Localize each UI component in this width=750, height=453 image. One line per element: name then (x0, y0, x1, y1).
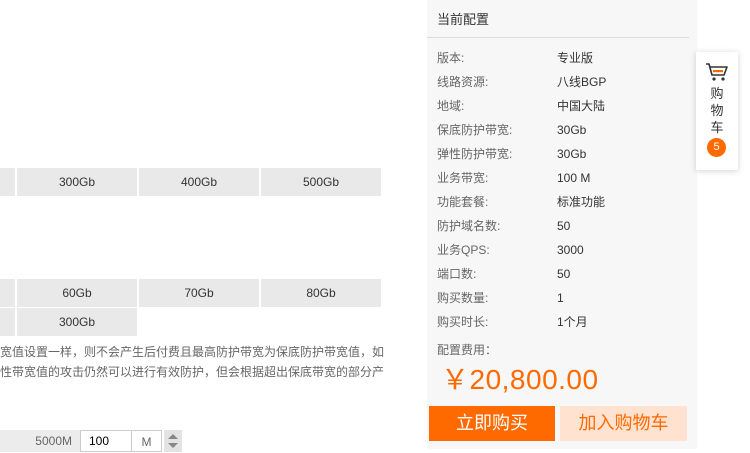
config-price: ￥20,800.00 (441, 364, 599, 395)
shopping-cart-icon (706, 63, 728, 81)
config-label: 防护域名数: (437, 219, 501, 233)
config-label: 端口数: (437, 267, 477, 281)
config-value: 30Gb (557, 147, 587, 161)
elastic-option-partial-2[interactable] (0, 308, 17, 336)
elastic-option-70gb[interactable]: 70Gb (139, 279, 261, 307)
config-value: 中国大陆 (557, 99, 606, 113)
stepper-up-icon[interactable] (168, 434, 178, 439)
config-label: 地域: (437, 99, 465, 113)
config-row-feature-package: 功能套餐: 标准功能 (437, 190, 697, 214)
config-label: 弹性防护带宽: (437, 147, 513, 161)
current-config-panel: 当前配置 版本: 专业版 线路资源: 八线BGP 地域: 中国大陆 保底防护带宽… (427, 0, 697, 449)
config-value: 30Gb (557, 123, 587, 137)
config-label: 线路资源: (437, 75, 489, 89)
config-row-business-bandwidth: 业务带宽: 100 M (437, 166, 697, 190)
config-row-port-count: 端口数: 50 (437, 262, 697, 286)
elastic-bandwidth-options-row2: 300Gb (0, 308, 139, 336)
elastic-bandwidth-description-line1: 宽值设置一样，则不会产生后付费且最高防护带宽为保底防护带宽值，如 (0, 345, 385, 359)
config-value: 专业版 (557, 51, 594, 65)
config-row-version: 版本: 专业版 (437, 46, 697, 70)
floating-cart[interactable]: 购物车 5 (696, 52, 738, 170)
config-label: 购买时长: (437, 315, 489, 329)
config-label: 版本: (437, 51, 465, 65)
config-row-elastic-protection: 弹性防护带宽: 30Gb (437, 142, 697, 166)
config-value: 八线BGP (557, 75, 607, 89)
config-label: 保底防护带宽: (437, 123, 513, 137)
config-value: 1个月 (557, 315, 588, 329)
protection-option-partial[interactable] (0, 168, 17, 196)
config-value: 标准功能 (557, 195, 606, 209)
panel-divider (427, 37, 689, 38)
config-value: 100 M (557, 171, 591, 185)
elastic-option-60gb[interactable]: 60Gb (17, 279, 139, 307)
config-row-line: 线路资源: 八线BGP (437, 70, 697, 94)
add-to-cart-button[interactable]: 加入购物车 (560, 406, 687, 441)
config-value: 3000 (557, 243, 584, 257)
elastic-option-80gb[interactable]: 80Gb (261, 279, 383, 307)
config-row-domain-count: 防护域名数: 50 (437, 214, 697, 238)
config-value: 1 (557, 291, 564, 305)
elastic-bandwidth-description-line2: 性带宽值的攻击仍然可以进行有效防护，但会根据超出保底带宽的部分产 (0, 365, 385, 379)
elastic-option-partial[interactable] (0, 279, 17, 307)
config-row-base-protection: 保底防护带宽: 30Gb (437, 118, 697, 142)
buy-now-button[interactable]: 立即购买 (429, 406, 555, 441)
config-label: 功能套餐: (437, 195, 489, 209)
elastic-option-300gb[interactable]: 300Gb (17, 308, 139, 336)
config-row-quantity: 购买数量: 1 (437, 286, 697, 310)
cart-label: 购物车 (710, 86, 724, 135)
config-label: 购买数量: (437, 291, 489, 305)
elastic-bandwidth-options-row1: 60Gb 70Gb 80Gb (0, 279, 383, 307)
cart-count-badge: 5 (707, 138, 726, 157)
fee-label: 配置费用： (437, 343, 498, 357)
panel-title: 当前配置 (437, 12, 490, 27)
protection-option-400gb[interactable]: 400Gb (139, 168, 261, 196)
protection-option-500gb[interactable]: 500Gb (261, 168, 383, 196)
config-label: 业务带宽: (437, 171, 489, 185)
config-value: 50 (557, 267, 571, 281)
protection-option-300gb[interactable]: 300Gb (17, 168, 139, 196)
protection-bandwidth-options: 300Gb 400Gb 500Gb (0, 168, 383, 196)
config-row-qps: 业务QPS: 3000 (437, 238, 697, 262)
config-label: 业务QPS: (437, 243, 490, 257)
config-value: 50 (557, 219, 571, 233)
stepper-down-icon[interactable] (168, 443, 178, 448)
config-row-region: 地域: 中国大陆 (437, 94, 697, 118)
config-row-duration: 购买时长: 1个月 (437, 310, 697, 334)
